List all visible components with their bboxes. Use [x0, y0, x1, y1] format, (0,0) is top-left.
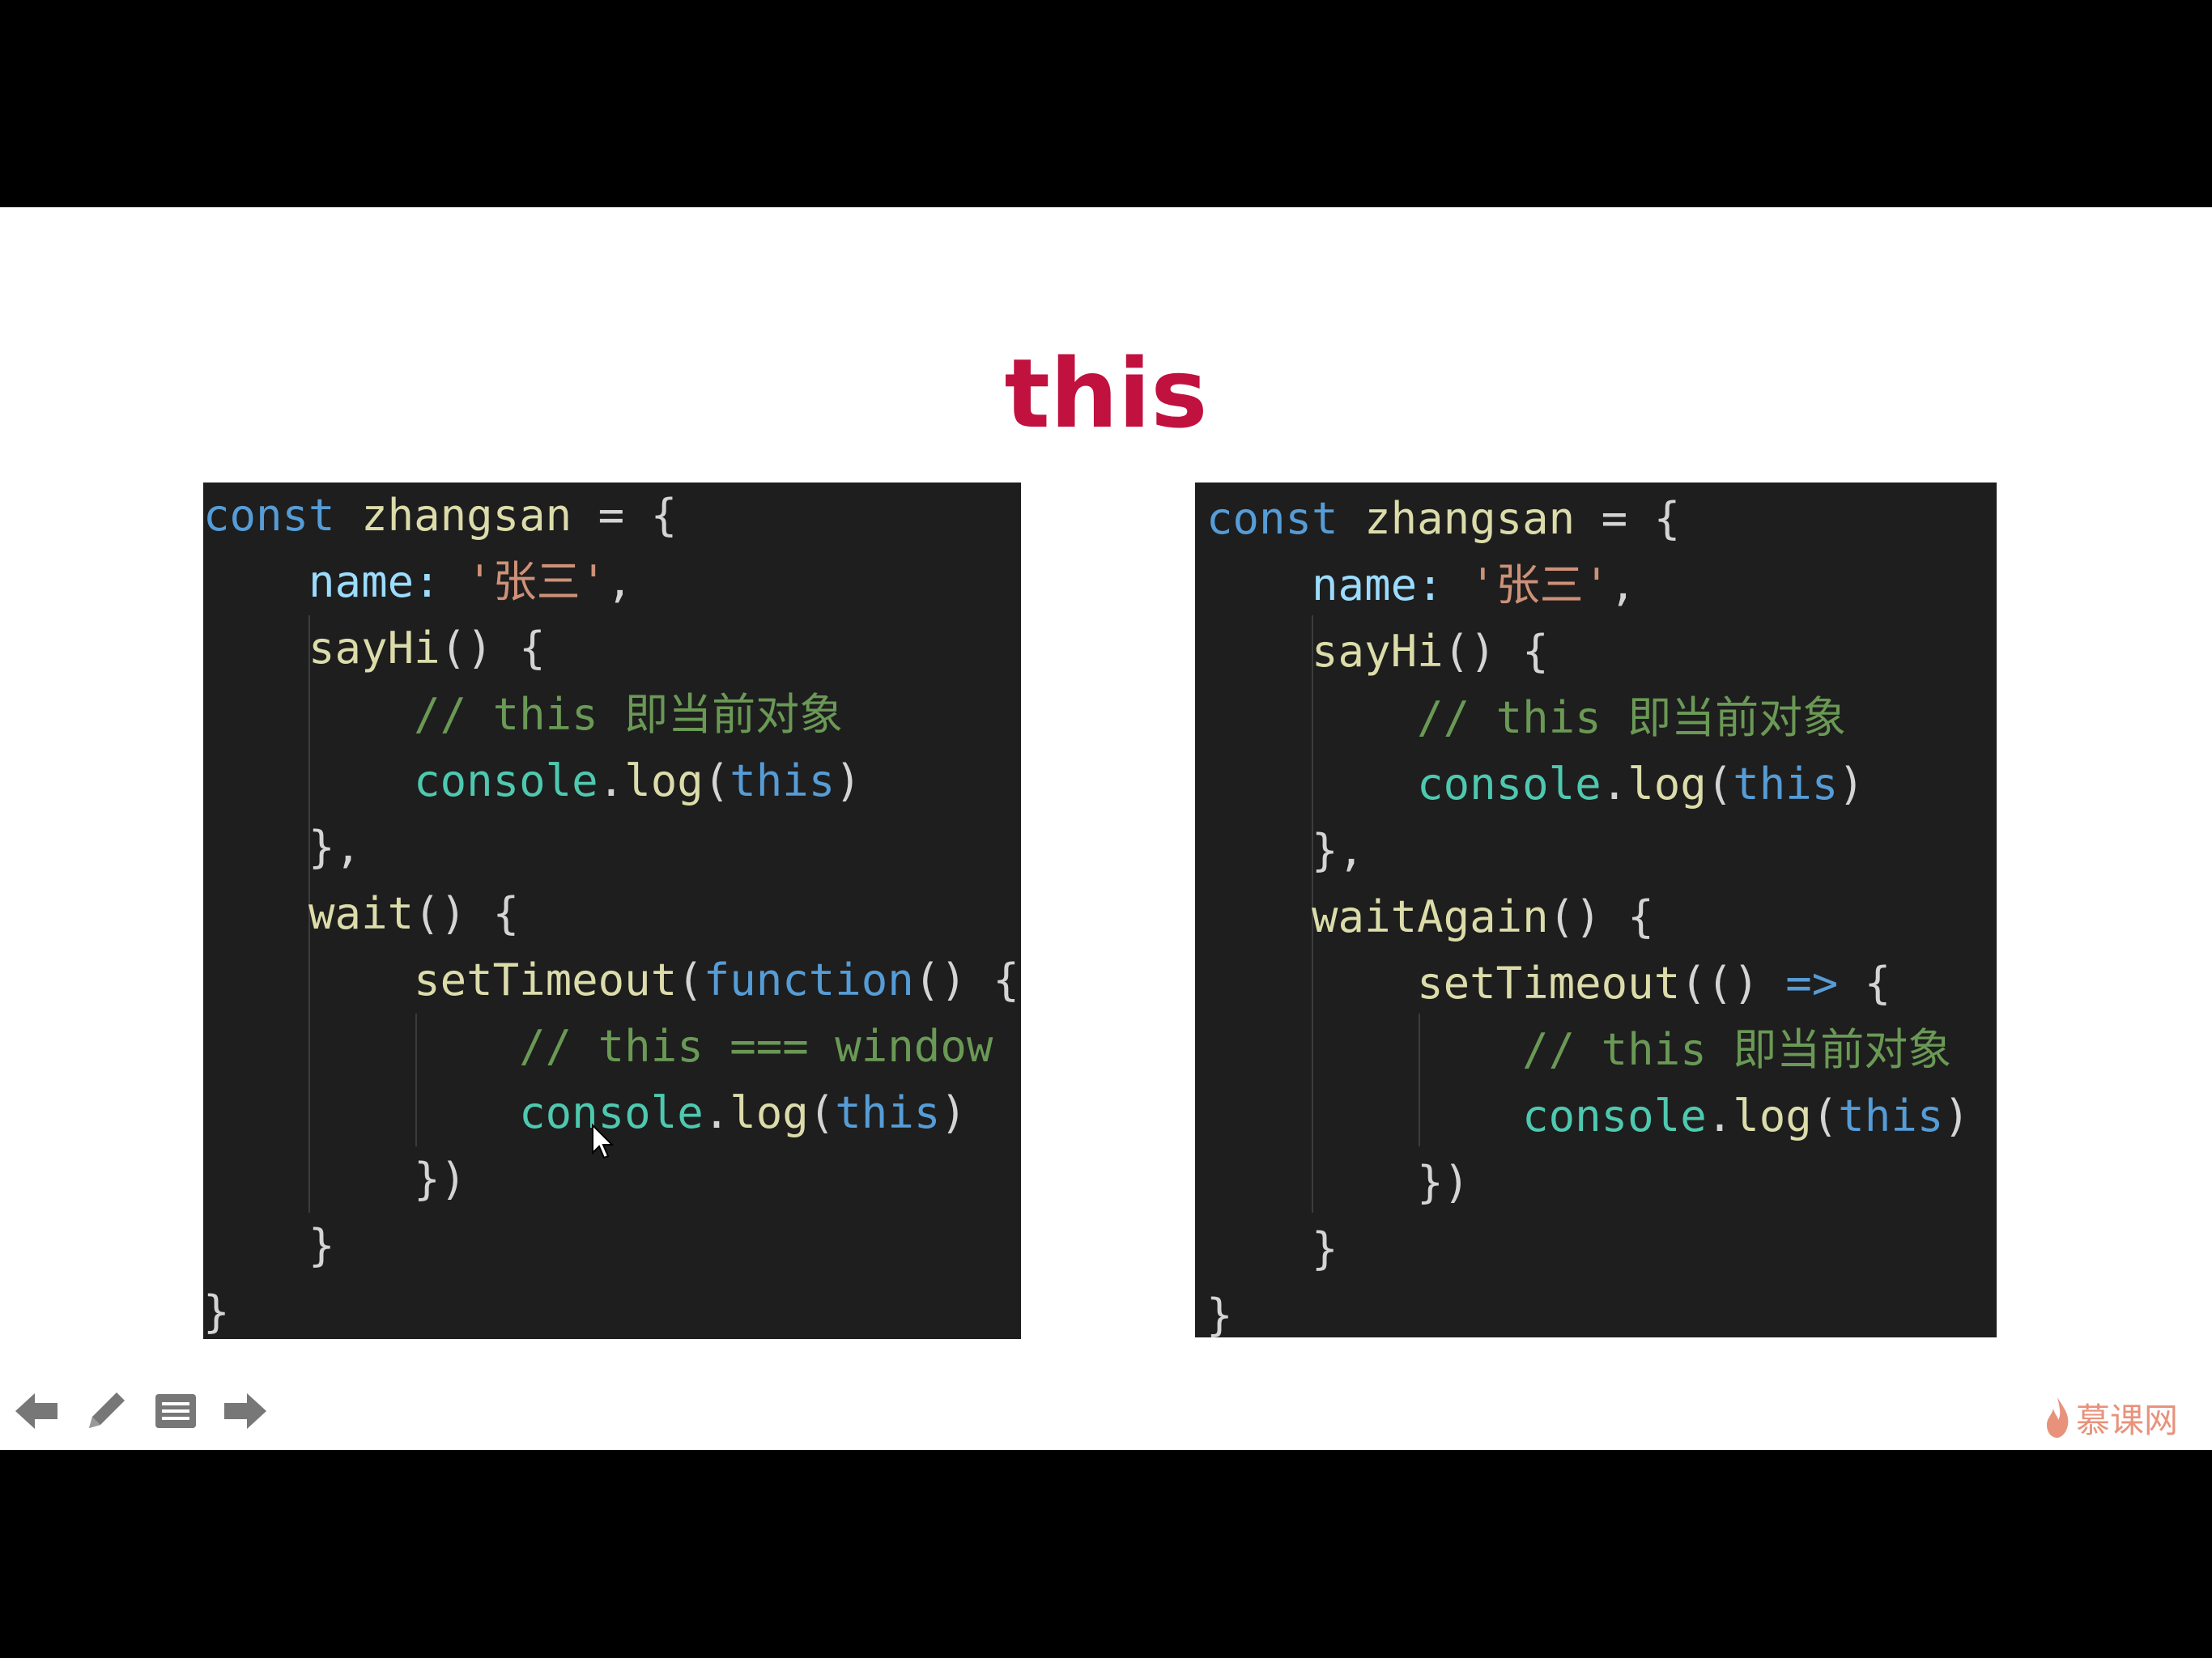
- code-panel-right: const zhangsan = { name: '张三', sayHi() {…: [1195, 483, 1997, 1337]
- code-line: setTimeout(() => {: [1417, 958, 1891, 1009]
- code-line: name: '张三',: [308, 556, 633, 607]
- presentation-toolbar: [13, 1384, 269, 1438]
- code-panel-left: const zhangsan = { name: '张三', sayHi() {…: [203, 483, 1021, 1339]
- code-line: }: [1206, 1290, 1233, 1337]
- code-line: name: '张三',: [1312, 559, 1636, 610]
- code-line: // this 即当前对象: [414, 689, 844, 740]
- code-line: waitAgain() {: [1312, 891, 1654, 942]
- pencil-icon[interactable]: [83, 1388, 130, 1435]
- brand-logo: 慕课网: [2044, 1391, 2178, 1444]
- code-line: },: [308, 822, 362, 873]
- arrow-right-icon[interactable]: [222, 1388, 269, 1435]
- logo-text: 慕课网: [2076, 1400, 2179, 1440]
- code-line: console.log(this): [519, 1087, 967, 1138]
- code-line: // this 即当前对象: [1417, 692, 1847, 743]
- code-line: const zhangsan = {: [1206, 493, 1681, 544]
- code-line: console.log(this): [1417, 759, 1865, 810]
- code-line: sayHi() {: [308, 623, 546, 674]
- flame-icon: [2047, 1397, 2069, 1438]
- slide: this const zhangsan = { name: '张三', sayH…: [0, 207, 2212, 1450]
- code-line: }: [308, 1220, 335, 1271]
- code-line: },: [1312, 825, 1365, 876]
- code-line: sayHi() {: [1312, 626, 1549, 677]
- code-line: }): [1417, 1157, 1470, 1208]
- arrow-left-icon[interactable]: [13, 1388, 60, 1435]
- code-line: }: [1312, 1223, 1338, 1274]
- code-line: }): [414, 1154, 467, 1205]
- notes-icon[interactable]: [152, 1388, 199, 1435]
- slide-title: this: [1004, 338, 1208, 449]
- mouse-cursor-icon: [592, 1124, 614, 1159]
- code-line: setTimeout(function() {: [414, 954, 1019, 1005]
- code-line: // this 即当前对象: [1522, 1024, 1952, 1075]
- code-line: console.log(this): [1522, 1090, 1970, 1141]
- code-line: }: [203, 1286, 230, 1337]
- code-line: console.log(this): [414, 755, 861, 806]
- code-line: const zhangsan = {: [203, 490, 678, 541]
- code-line: wait() {: [308, 888, 520, 939]
- code-line: // this === window: [519, 1021, 993, 1072]
